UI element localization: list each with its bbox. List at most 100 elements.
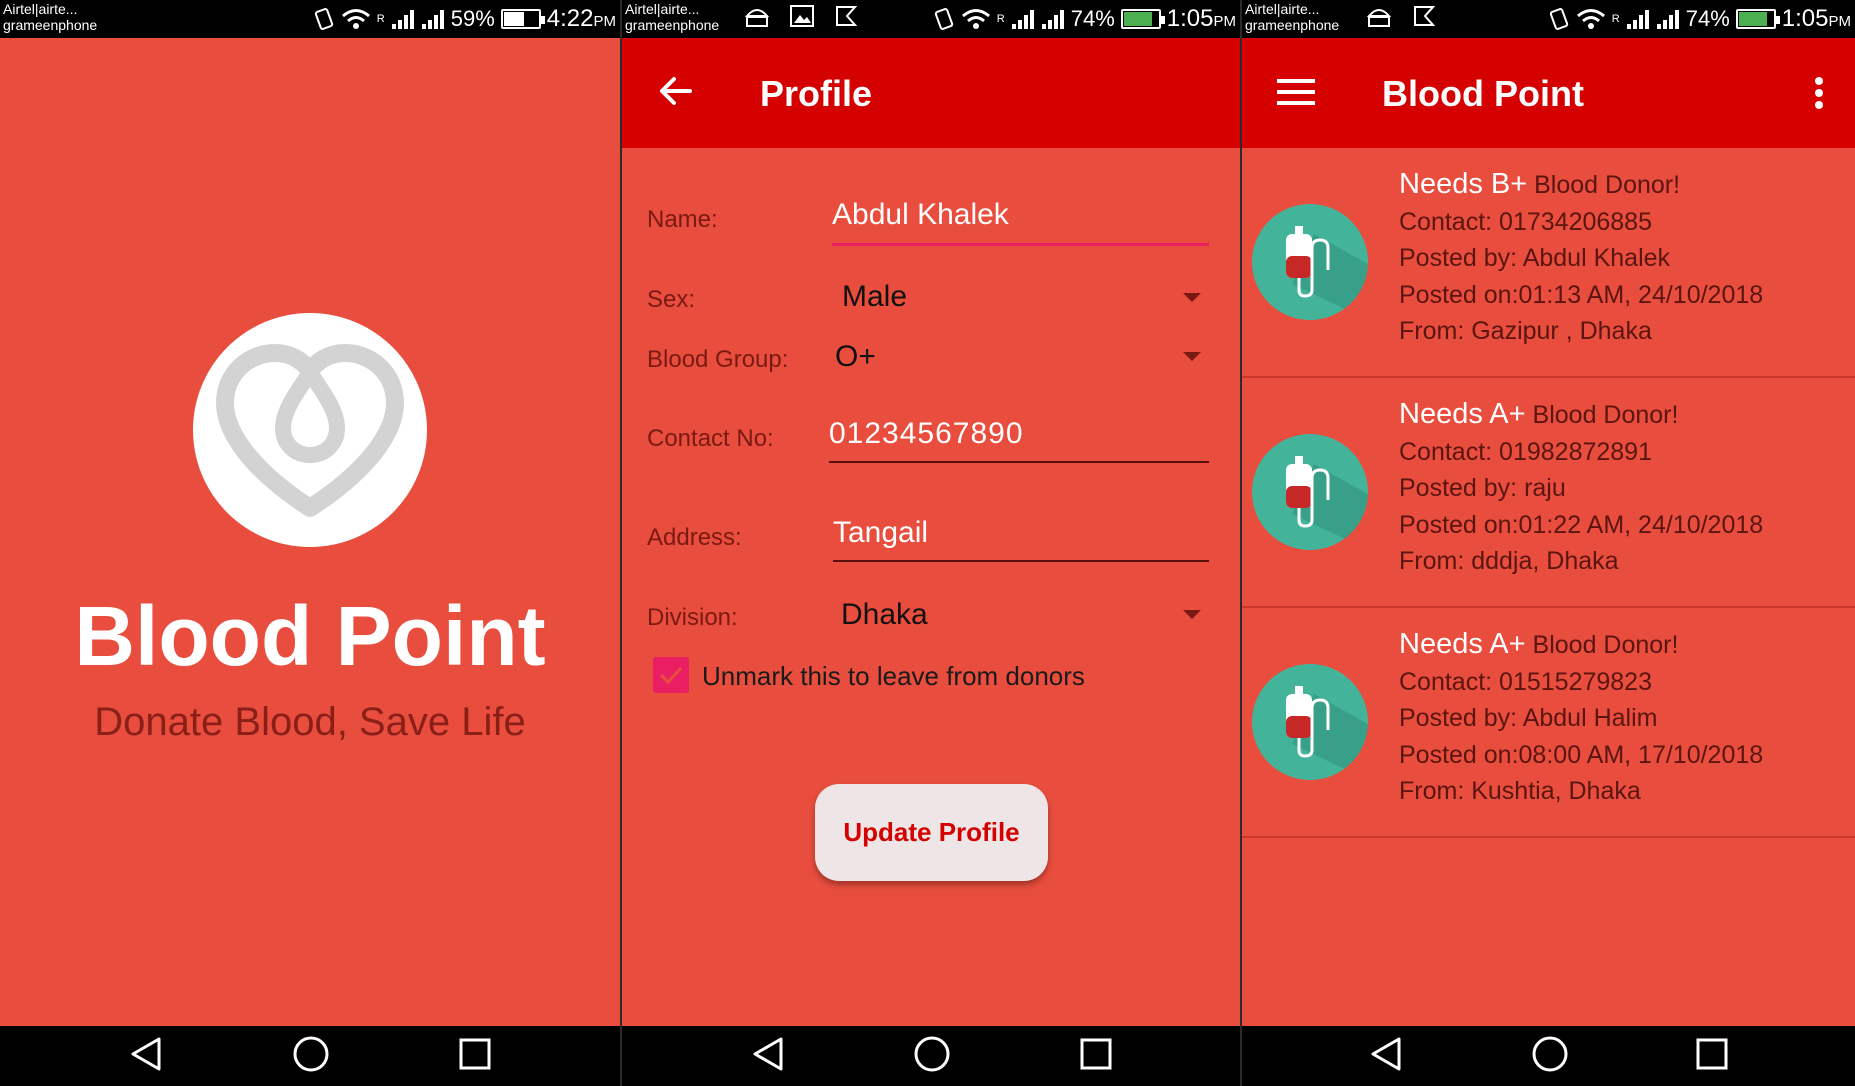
- navigation-bar: [622, 1026, 1240, 1086]
- checkmark-icon: [659, 666, 683, 685]
- post-details: Needs B+ Blood Donor! Contact: 0173420688…: [1399, 166, 1763, 350]
- app-title: Blood Point: [74, 589, 546, 683]
- status-bar: Airtel|airte... grameenphone R 74% 1:05P…: [1242, 0, 1855, 38]
- donor-label: Blood Donor!: [1532, 401, 1679, 429]
- clock: 1:05PM: [1166, 5, 1236, 32]
- carrier-info: Airtel|airte... grameenphone: [1245, 1, 1340, 33]
- post-list-item[interactable]: Needs B+ Blood Donor! Contact: 0173420688…: [1242, 148, 1855, 378]
- post-location: From: dddja, Dhaka: [1399, 547, 1619, 575]
- home-nav-icon[interactable]: [1531, 1035, 1569, 1078]
- post-details: Needs A+ Blood Donor! Contact: 0151527982…: [1399, 626, 1763, 810]
- sex-dropdown-icon[interactable]: [1183, 293, 1201, 302]
- vibrate-icon: [933, 7, 955, 31]
- sex-spinner[interactable]: Male: [842, 280, 907, 314]
- sex-label: Sex:: [647, 286, 696, 313]
- battery-charging-icon: [1120, 9, 1165, 29]
- update-profile-button[interactable]: Update Profile: [815, 784, 1048, 881]
- home-nav-icon[interactable]: [292, 1035, 330, 1078]
- post-location: From: Gazipur , Dhaka: [1399, 317, 1652, 345]
- post-contact: Contact: 01515279823: [1399, 667, 1652, 696]
- clock: 4:22PM: [546, 5, 616, 32]
- recents-nav-icon[interactable]: [1696, 1038, 1728, 1075]
- status-bar: Airtel|airte... grameenphone R 59% 4:22P…: [0, 0, 620, 38]
- post-contact: Contact: 01982872891: [1399, 437, 1652, 466]
- name-input[interactable]: Abdul Khalek: [832, 198, 1009, 232]
- signal-icon: [1626, 8, 1650, 30]
- post-posted-by: Posted by: raju: [1399, 474, 1566, 502]
- flag-icon: [834, 4, 858, 33]
- division-label: Division:: [647, 604, 738, 631]
- back-nav-icon[interactable]: [129, 1036, 163, 1077]
- battery-percent: 74%: [1070, 6, 1115, 31]
- post-posted-by: Posted by: Abdul Khalek: [1399, 244, 1671, 272]
- page-title: Profile: [760, 73, 873, 114]
- post-posted-on: Posted on:01:13 AM, 24/10/2018: [1399, 280, 1764, 309]
- post-headline: Needs B+ Blood Donor!: [1399, 166, 1763, 204]
- address-label: Address:: [647, 524, 742, 551]
- post-headline: Needs A+ Blood Donor!: [1399, 626, 1763, 664]
- contact-input[interactable]: 01234567890: [829, 417, 1024, 451]
- wifi-icon: [1576, 7, 1606, 31]
- division-dropdown-icon[interactable]: [1183, 610, 1201, 619]
- blood-group-dropdown-icon[interactable]: [1183, 352, 1201, 361]
- wifi-icon: [341, 7, 371, 31]
- signal-icon: [391, 8, 415, 30]
- wifi-icon: [961, 7, 991, 31]
- navigation-bar: [0, 1026, 620, 1086]
- needs-blood-group: Needs A+: [1399, 398, 1526, 430]
- more-options-icon[interactable]: [1814, 76, 1824, 115]
- post-posted-on: Posted on:08:00 AM, 17/10/2018: [1399, 740, 1764, 769]
- profile-screen: Airtel|airte... grameenphone R 74% 1:05P…: [622, 0, 1240, 1086]
- carrier-info: Airtel|airte... grameenphone: [625, 1, 720, 33]
- post-location: From: Kushtia, Dhaka: [1399, 777, 1641, 805]
- contact-input-underline: [829, 461, 1209, 463]
- donor-checkbox[interactable]: [653, 657, 689, 693]
- blood-bag-icon: [1252, 204, 1368, 320]
- roaming-indicator: R: [996, 13, 1005, 25]
- blood-group-spinner[interactable]: O+: [835, 340, 876, 374]
- signal-icon: [421, 8, 445, 30]
- recents-nav-icon[interactable]: [459, 1038, 491, 1075]
- name-input-underline: [832, 243, 1209, 246]
- status-bar: Airtel|airte... grameenphone R 74% 1:05P…: [622, 0, 1240, 38]
- name-label: Name:: [647, 206, 718, 233]
- battery-charging-icon: [1735, 9, 1780, 29]
- post-headline: Needs A+ Blood Donor!: [1399, 396, 1763, 434]
- post-list-item[interactable]: Needs A+ Blood Donor! Contact: 0151527982…: [1242, 608, 1855, 838]
- app-toolbar: Profile: [622, 38, 1240, 148]
- menu-icon[interactable]: [1277, 78, 1315, 111]
- signal-icon: [1041, 8, 1065, 30]
- vibrate-icon: [313, 7, 335, 31]
- contact-label: Contact No:: [647, 425, 774, 452]
- app-toolbar: Blood Point: [1242, 38, 1855, 148]
- clock: 1:05PM: [1781, 5, 1851, 32]
- blood-bag-icon: [1252, 664, 1368, 780]
- post-posted-by: Posted by: Abdul Halim: [1399, 704, 1658, 732]
- blood-group-label: Blood Group:: [647, 346, 789, 373]
- heart-drop-icon: [216, 344, 404, 517]
- battery-icon: [500, 9, 545, 29]
- app-logo: [193, 313, 427, 547]
- needs-blood-group: Needs B+: [1399, 168, 1528, 200]
- address-input-underline: [833, 560, 1209, 562]
- address-input[interactable]: Tangail: [833, 516, 928, 550]
- splash-screen: Airtel|airte... grameenphone R 59% 4:22P…: [0, 0, 620, 1086]
- flag-icon: [1412, 4, 1436, 33]
- needs-blood-group: Needs A+: [1399, 628, 1526, 660]
- back-nav-icon[interactable]: [1369, 1036, 1403, 1077]
- donor-label: Blood Donor!: [1532, 631, 1679, 659]
- signal-icon: [1011, 8, 1035, 30]
- post-list-item[interactable]: Needs A+ Blood Donor! Contact: 0198287289…: [1242, 378, 1855, 608]
- back-arrow-icon[interactable]: [658, 76, 692, 111]
- roaming-indicator: R: [376, 13, 385, 25]
- home-nav-icon[interactable]: [913, 1035, 951, 1078]
- app-tagline: Donate Blood, Save Life: [94, 700, 526, 744]
- recents-nav-icon[interactable]: [1080, 1038, 1112, 1075]
- post-contact: Contact: 01734206885: [1399, 207, 1652, 236]
- android-icon: [744, 4, 770, 33]
- division-spinner[interactable]: Dhaka: [841, 598, 928, 632]
- posts-screen: Airtel|airte... grameenphone R 74% 1:05P…: [1242, 0, 1855, 1086]
- donor-label: Blood Donor!: [1534, 171, 1681, 199]
- back-nav-icon[interactable]: [751, 1036, 785, 1077]
- battery-percent: 59%: [450, 6, 495, 31]
